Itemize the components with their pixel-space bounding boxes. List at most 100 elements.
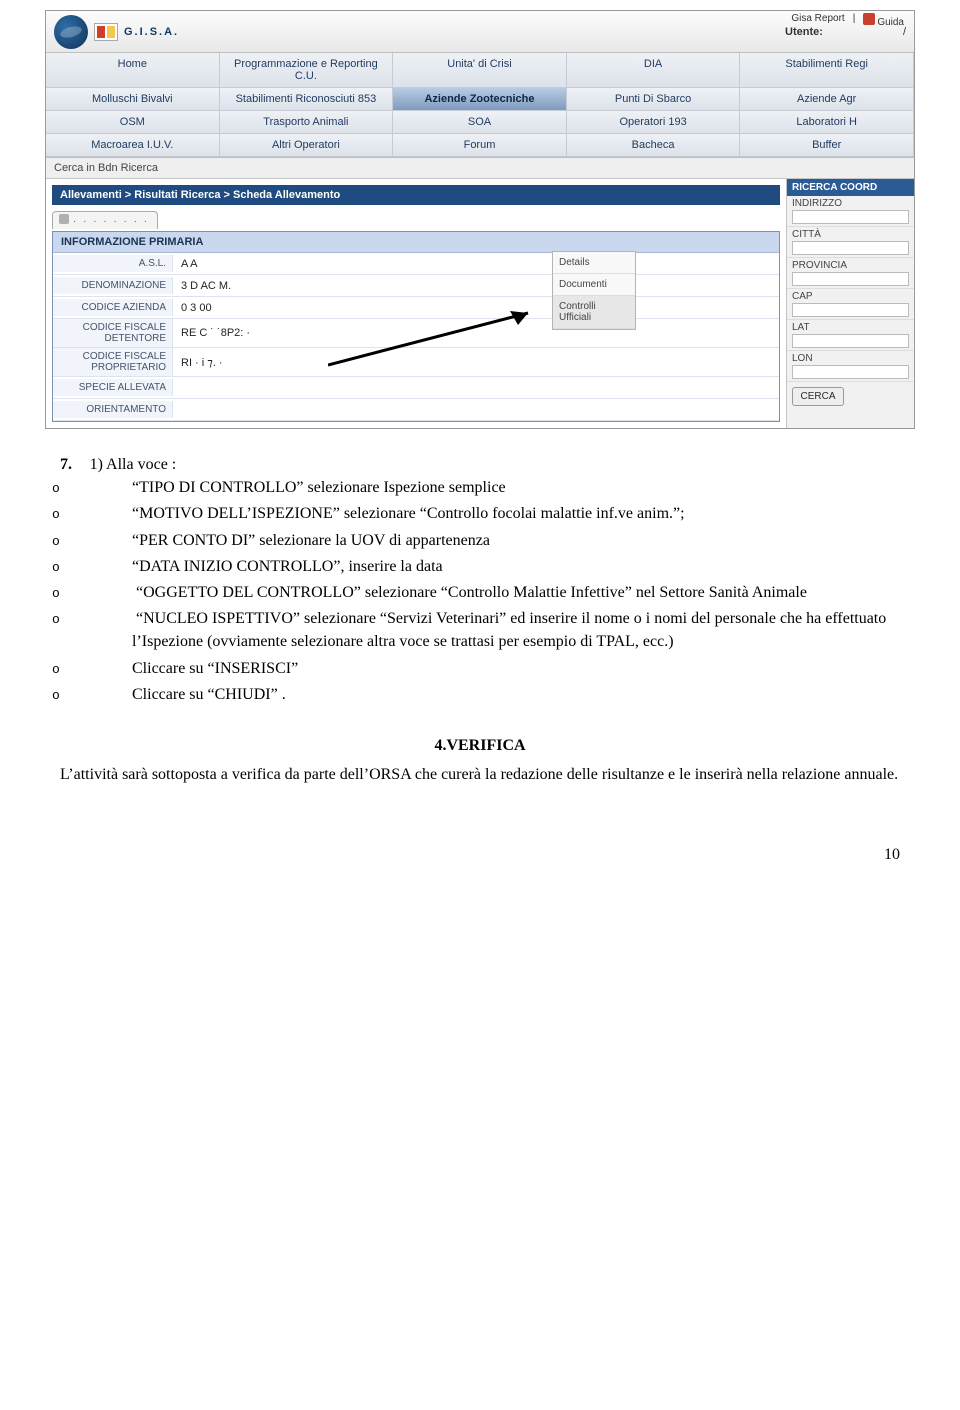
bullet-item: oCliccare su “INSERISCI” <box>60 657 900 680</box>
coord-field-label: PROVINCIA <box>792 260 909 271</box>
form-row: DENOMINAZIONE3 D AC M. <box>53 275 779 297</box>
nav-item[interactable]: Punti Di Sbarco <box>567 88 741 111</box>
form-value: 3 D AC M. <box>173 277 779 295</box>
nav-item[interactable]: Trasporto Animali <box>220 111 394 134</box>
nav-item[interactable]: Altri Operatori <box>220 134 394 157</box>
coord-field-label: INDIRIZZO <box>792 198 909 209</box>
main-nav: HomeProgrammazione e Reporting C.U.Unita… <box>46 53 914 158</box>
coord-field-input[interactable] <box>792 272 909 286</box>
bullet-marker: o <box>92 559 108 578</box>
content: Allevamenti > Risultati Ricerca > Scheda… <box>46 179 914 428</box>
document-body: 7. 1) Alla voce : o“TIPO DI CONTROLLO” s… <box>60 453 900 786</box>
coord-field-label: LON <box>792 353 909 364</box>
link-guida[interactable]: Guida <box>877 17 904 28</box>
section-title: 4.VERIFICA <box>60 734 900 757</box>
nav-item[interactable]: SOA <box>393 111 567 134</box>
nav-item[interactable]: Molluschi Bivalvi <box>46 88 220 111</box>
coord-field-input[interactable] <box>792 210 909 224</box>
breadcrumb: Allevamenti > Risultati Ricerca > Scheda… <box>52 185 780 205</box>
form-value: RI · i ⁊. · <box>173 353 779 372</box>
nav-item[interactable]: Operatori 193 <box>567 111 741 134</box>
nav-item[interactable]: Aziende Agr <box>740 88 914 111</box>
info-panel: INFORMAZIONE PRIMARIA A.S.L.A ADENOMINAZ… <box>52 231 780 422</box>
nav-item[interactable]: Laboratori H <box>740 111 914 134</box>
coord-search-header: RICERCA COORD <box>787 179 914 196</box>
coord-field-row: CITTÀ <box>787 227 914 258</box>
nav-item[interactable]: Forum <box>393 134 567 157</box>
coord-field-row: CAP <box>787 289 914 320</box>
nav-item[interactable]: Aziende Zootecniche <box>393 88 567 111</box>
nav-item[interactable]: Bacheca <box>567 134 741 157</box>
form-row: ORIENTAMENTO <box>53 399 779 421</box>
form-value <box>173 385 779 391</box>
bullet-item: o“MOTIVO DELL’ISPEZIONE” selezionare “Co… <box>60 502 900 525</box>
form-row: SPECIE ALLEVATA <box>53 377 779 399</box>
sub-nav[interactable]: Cerca in Bdn Ricerca <box>46 158 914 179</box>
guide-icon <box>863 13 875 25</box>
coord-field-input[interactable] <box>792 365 909 379</box>
side-menu-item[interactable]: Controlli Ufficiali <box>553 296 635 329</box>
nav-item[interactable]: Programmazione e Reporting C.U. <box>220 53 394 88</box>
bullet-marker: o <box>92 533 108 552</box>
app-screenshot: Gisa Report | Guida G.I.S.A. Utente: / H… <box>45 10 915 429</box>
coord-field-row: LAT <box>787 320 914 351</box>
bullet-marker: o <box>92 661 108 680</box>
bullet-marker: o <box>92 506 108 525</box>
nav-item[interactable]: Macroarea I.U.V. <box>46 134 220 157</box>
form-label: CODICE FISCALE PROPRIETARIO <box>53 348 173 376</box>
side-menu-item[interactable]: Documenti <box>553 274 635 296</box>
coord-field-input[interactable] <box>792 334 909 348</box>
coord-field-label: LAT <box>792 322 909 333</box>
side-menu-item[interactable]: Details <box>553 252 635 274</box>
app-header: G.I.S.A. Utente: / <box>46 11 914 53</box>
form-area: Allevamenti > Risultati Ricerca > Scheda… <box>46 179 786 428</box>
form-label: ORIENTAMENTO <box>53 401 173 418</box>
form-row: CODICE FISCALE DETENTORERE C ˙ ˙8P2: · <box>53 319 779 348</box>
link-gisa-report[interactable]: Gisa Report <box>791 13 844 28</box>
list-intro: 7. 1) Alla voce : <box>60 453 900 476</box>
form-label: SPECIE ALLEVATA <box>53 379 173 396</box>
section-body: L’attività sarà sottoposta a verifica da… <box>60 763 900 786</box>
record-side-menu: DetailsDocumentiControlli Ufficiali <box>552 251 636 330</box>
form-row: CODICE FISCALE PROPRIETARIORI · i ⁊. · <box>53 348 779 377</box>
bullet-marker: o <box>92 611 108 630</box>
coord-field-row: LON <box>787 351 914 382</box>
form-label: CODICE AZIENDA <box>53 299 173 316</box>
nav-item[interactable]: Home <box>46 53 220 88</box>
nav-item[interactable]: Buffer <box>740 134 914 157</box>
form-value <box>173 407 779 413</box>
nav-item[interactable]: DIA <box>567 53 741 88</box>
bullet-item: o“TIPO DI CONTROLLO” selezionare Ispezio… <box>60 476 900 499</box>
form-row: CODICE AZIENDA0 3 00 <box>53 297 779 319</box>
nav-item[interactable]: Stabilimenti Riconosciuti 853 <box>220 88 394 111</box>
page-number: 10 <box>60 846 900 864</box>
form-label: A.S.L. <box>53 255 173 272</box>
record-tab[interactable]: · · · · · · · · <box>52 211 158 229</box>
top-right-links: Gisa Report | Guida <box>791 13 904 28</box>
region-flag-icon <box>94 23 118 41</box>
coord-field-row: PROVINCIA <box>787 258 914 289</box>
bullet-marker: o <box>92 687 108 706</box>
form-value: 0 3 00 <box>173 299 779 317</box>
bullet-item: o“DATA INIZIO CONTROLLO”, inserire la da… <box>60 555 900 578</box>
nav-item[interactable]: Unita' di Crisi <box>393 53 567 88</box>
logo-globe-icon <box>54 15 88 49</box>
coord-field-input[interactable] <box>792 241 909 255</box>
bullet-marker: o <box>92 585 108 604</box>
form-value: A A <box>173 255 779 273</box>
bullet-item: oCliccare su “CHIUDI” . <box>60 683 900 706</box>
coord-search-button[interactable]: CERCA <box>792 387 844 406</box>
coord-field-label: CAP <box>792 291 909 302</box>
coord-field-row: INDIRIZZO <box>787 196 914 227</box>
coord-search-panel: RICERCA COORD INDIRIZZO CITTÀ PROVINCIA CAP… <box>786 179 914 428</box>
nav-item[interactable]: Stabilimenti Regi <box>740 53 914 88</box>
form-row: A.S.L.A A <box>53 253 779 275</box>
form-label: CODICE FISCALE DETENTORE <box>53 319 173 347</box>
coord-field-label: CITTÀ <box>792 229 909 240</box>
coord-field-input[interactable] <box>792 303 909 317</box>
nav-item[interactable]: OSM <box>46 111 220 134</box>
bullet-item: o“OGGETTO DEL CONTROLLO” selezionare “Co… <box>60 581 900 604</box>
tab-icon <box>59 214 69 224</box>
bullet-marker: o <box>92 480 108 499</box>
bullet-item: o“NUCLEO ISPETTIVO” selezionare “Servizi… <box>60 607 900 653</box>
